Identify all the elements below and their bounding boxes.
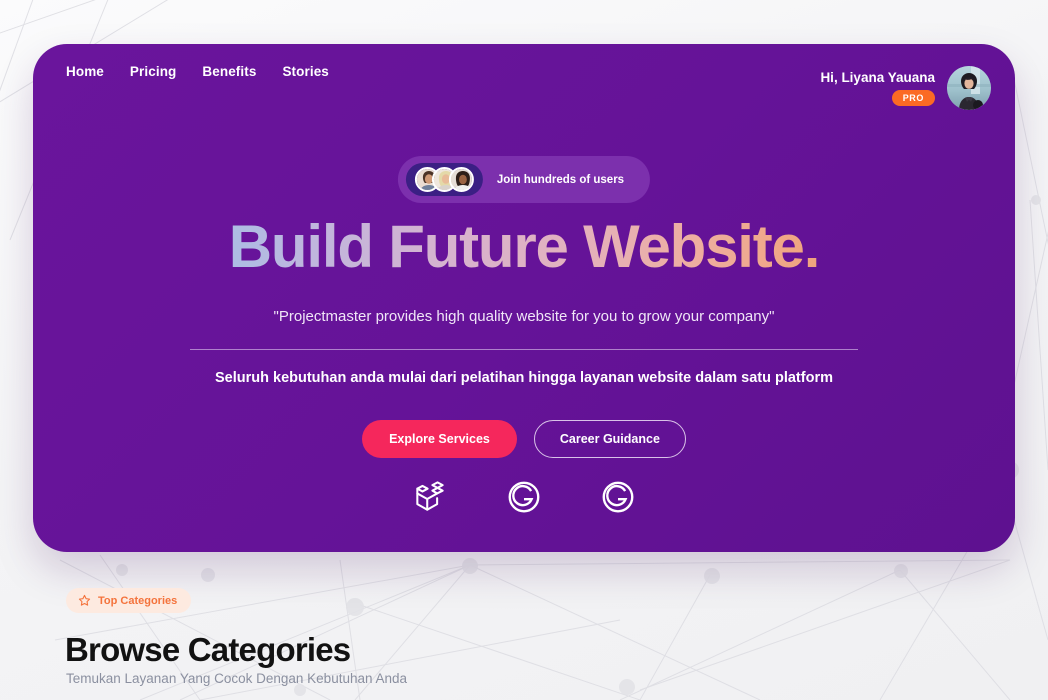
hero-quote: "Projectmaster provides high quality web… xyxy=(273,308,775,325)
join-users-pill[interactable]: Join hundreds of users xyxy=(397,156,651,203)
user-photo-avatar-icon xyxy=(947,66,991,110)
hero-card: Home Pricing Benefits Stories Hi, Liyana… xyxy=(33,44,1015,552)
nav-item-home[interactable]: Home xyxy=(66,64,104,79)
laravel-logo-icon[interactable] xyxy=(411,478,449,516)
explore-services-button[interactable]: Explore Services xyxy=(362,420,517,458)
nav-item-benefits[interactable]: Benefits xyxy=(202,64,256,79)
divider xyxy=(190,349,858,350)
person-avatar-icon xyxy=(450,169,472,190)
user-profile-block[interactable]: Hi, Liyana Yauana PRO xyxy=(820,66,991,110)
g-circle-logo-icon[interactable] xyxy=(599,478,637,516)
pro-badge: PRO xyxy=(891,90,935,107)
main-navigation: Home Pricing Benefits Stories xyxy=(66,64,329,79)
join-users-label: Join hundreds of users xyxy=(496,173,625,186)
avatar[interactable] xyxy=(947,66,991,110)
user-text-group: Hi, Liyana Yauana PRO xyxy=(820,70,935,107)
mini-avatar xyxy=(448,167,474,192)
page-title: Build Future Website. xyxy=(33,214,1015,280)
career-guidance-button[interactable]: Career Guidance xyxy=(533,420,686,458)
hero-subheadline: Seluruh kebutuhan anda mulai dari pelati… xyxy=(215,370,833,386)
browse-categories-subtitle: Temukan Layanan Yang Cocok Dengan Kebutu… xyxy=(66,671,408,686)
nav-item-pricing[interactable]: Pricing xyxy=(130,64,176,79)
top-categories-badge[interactable]: Top Categories xyxy=(66,588,192,613)
star-icon xyxy=(78,594,91,606)
browse-categories-title: Browse Categories xyxy=(65,631,351,668)
partner-logos xyxy=(33,478,1015,516)
top-categories-label: Top Categories xyxy=(98,594,178,607)
nav-item-stories[interactable]: Stories xyxy=(282,64,328,79)
page-root: Home Pricing Benefits Stories Hi, Liyana… xyxy=(0,0,1048,700)
join-avatar-stack xyxy=(405,163,483,196)
g-circle-logo-icon[interactable] xyxy=(505,478,543,516)
user-greeting: Hi, Liyana Yauana xyxy=(820,69,935,85)
hero-actions: Explore Services Career Guidance xyxy=(33,420,1015,458)
